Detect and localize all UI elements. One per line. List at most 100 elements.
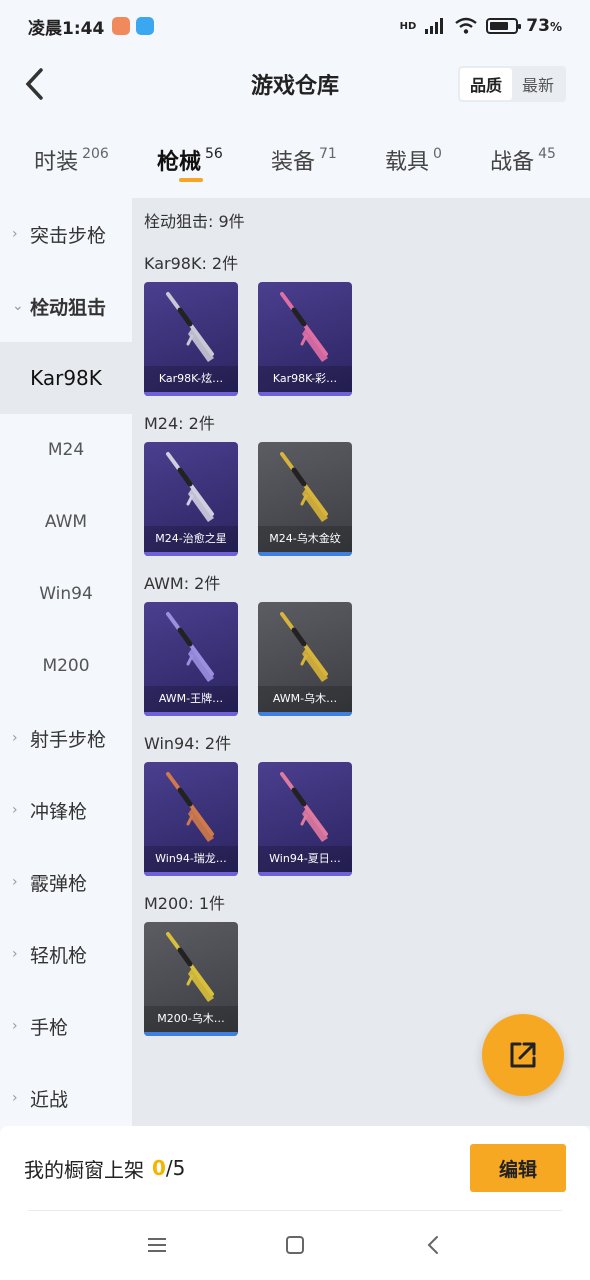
item-name: Kar98K-炫… bbox=[144, 366, 238, 392]
showcase-label: 我的橱窗上架 bbox=[24, 1157, 144, 1182]
item-card[interactable]: M24-乌木金纹 bbox=[258, 442, 352, 556]
group-title: Kar98K: 2件 bbox=[144, 254, 239, 273]
group-title: M24: 2件 bbox=[144, 414, 215, 433]
share-export-icon bbox=[510, 1042, 536, 1068]
menu-icon bbox=[148, 1238, 166, 1252]
chevron-right-icon: › bbox=[12, 1090, 18, 1106]
sidebar-item-assault-rifle[interactable]: › 突击步枪 bbox=[0, 198, 132, 270]
wifi-icon bbox=[455, 17, 478, 34]
item-card[interactable]: M200-乌木… bbox=[144, 922, 238, 1036]
showcase-max-count: 5 bbox=[172, 1156, 186, 1180]
item-name: M24-治愈之星 bbox=[144, 526, 238, 552]
status-right: HD 73% bbox=[400, 16, 562, 36]
chevron-right-icon: › bbox=[12, 802, 18, 818]
nav-menu-button[interactable] bbox=[142, 1230, 172, 1260]
sidebar-item-shotgun[interactable]: › 霰弹枪 bbox=[0, 846, 132, 918]
sidebar-item-pistol[interactable]: › 手枪 bbox=[0, 990, 132, 1062]
sort-toggle: 品质 最新 bbox=[458, 66, 566, 102]
nav-home-button[interactable] bbox=[280, 1230, 310, 1260]
sidebar-subitem-kar98k[interactable]: Kar98K bbox=[0, 342, 132, 414]
rarity-bar bbox=[258, 712, 352, 716]
nav-divider bbox=[28, 1210, 562, 1211]
item-card[interactable]: AWM-乌木… bbox=[258, 602, 352, 716]
rarity-bar bbox=[258, 872, 352, 876]
status-bar: 凌晨1:44 HD 73% bbox=[0, 0, 590, 52]
showcase-count-separator: / bbox=[165, 1156, 173, 1180]
rifle-icon bbox=[280, 772, 328, 842]
rifle-icon bbox=[166, 772, 214, 842]
group-title: Win94: 2件 bbox=[144, 734, 232, 753]
sidebar-item-smg[interactable]: › 冲锋枪 bbox=[0, 774, 132, 846]
rifle-icon bbox=[166, 292, 214, 362]
category-tabs: 时装 206 枪械 56 装备 71 载具 0 战备 45 bbox=[0, 130, 590, 192]
item-card[interactable]: M24-治愈之星 bbox=[144, 442, 238, 556]
group-items: M24-治愈之星 M24-乌木金纹 bbox=[144, 442, 590, 556]
item-name: Kar98K-彩… bbox=[258, 366, 352, 392]
rifle-icon bbox=[280, 452, 328, 522]
rifle-icon bbox=[280, 292, 328, 362]
rarity-bar bbox=[144, 392, 238, 396]
item-card[interactable]: Win94-夏日… bbox=[258, 762, 352, 876]
item-name: AWM-乌木… bbox=[258, 686, 352, 712]
sidebar-item-marksman-rifle[interactable]: › 射手步枪 bbox=[0, 702, 132, 774]
sidebar-item-melee[interactable]: › 近战 bbox=[0, 1062, 132, 1134]
chevron-right-icon: › bbox=[12, 1018, 18, 1034]
chevron-right-icon: › bbox=[12, 226, 18, 242]
tab-gear[interactable]: 战备 45 bbox=[490, 130, 556, 192]
showcase-current-count: 0 bbox=[152, 1156, 166, 1180]
group-items: Kar98K-炫… Kar98K-彩… bbox=[144, 282, 590, 396]
tab-active-indicator bbox=[178, 178, 203, 182]
signal-icon bbox=[425, 18, 444, 34]
chevron-right-icon: › bbox=[12, 874, 18, 890]
rarity-bar bbox=[258, 552, 352, 556]
back-icon bbox=[427, 1236, 438, 1254]
network-hd-badge: HD bbox=[399, 20, 417, 32]
rifle-icon bbox=[166, 932, 214, 1002]
group-items: Win94-瑞龙… Win94-夏日… bbox=[144, 762, 590, 876]
rarity-bar bbox=[144, 552, 238, 556]
tab-guns[interactable]: 枪械 56 bbox=[157, 130, 223, 192]
rarity-bar bbox=[144, 712, 238, 716]
sidebar-item-lmg[interactable]: › 轻机枪 bbox=[0, 918, 132, 990]
back-button[interactable] bbox=[14, 64, 54, 104]
sort-by-quality[interactable]: 品质 bbox=[460, 68, 512, 100]
showcase-bar: 我的橱窗上架 0 / 5 编辑 bbox=[0, 1126, 590, 1210]
sidebar: › 突击步枪 ⌄ 栓动狙击 Kar98K M24 AWM Win94 M200 › 射… bbox=[0, 198, 132, 1126]
home-square-icon bbox=[286, 1236, 304, 1254]
chevron-down-icon: ⌄ bbox=[12, 298, 24, 314]
item-card[interactable]: Kar98K-彩… bbox=[258, 282, 352, 396]
tab-fashion[interactable]: 时装 206 bbox=[34, 130, 109, 192]
app-notification-icon bbox=[112, 17, 131, 35]
sidebar-subitem-m200[interactable]: M200 bbox=[0, 630, 132, 702]
item-card[interactable]: Win94-瑞龙… bbox=[144, 762, 238, 876]
section-total: 栓动狙击: 9件 bbox=[144, 212, 245, 231]
tab-equipment[interactable]: 装备 71 bbox=[271, 130, 337, 192]
rifle-icon bbox=[166, 452, 214, 522]
tab-vehicles[interactable]: 载具 0 bbox=[385, 130, 442, 192]
sidebar-item-bolt-sniper[interactable]: ⌄ 栓动狙击 bbox=[0, 270, 132, 342]
header: 游戏仓库 品质 最新 bbox=[0, 52, 590, 116]
group-title: AWM: 2件 bbox=[144, 574, 221, 593]
item-name: M24-乌木金纹 bbox=[258, 526, 352, 552]
item-card[interactable]: Kar98K-炫… bbox=[144, 282, 238, 396]
chevron-right-icon: › bbox=[12, 730, 18, 746]
sort-by-newest[interactable]: 最新 bbox=[512, 68, 564, 100]
sidebar-subitem-m24[interactable]: M24 bbox=[0, 414, 132, 486]
status-time: 凌晨1:44 bbox=[28, 18, 105, 39]
item-name: Win94-夏日… bbox=[258, 846, 352, 872]
chevron-right-icon: › bbox=[12, 946, 18, 962]
nav-back-button[interactable] bbox=[418, 1230, 448, 1260]
page-title: 游戏仓库 bbox=[250, 74, 339, 99]
rarity-bar bbox=[144, 1032, 238, 1036]
item-card[interactable]: AWM-王牌… bbox=[144, 602, 238, 716]
share-fab[interactable] bbox=[482, 1014, 564, 1096]
item-name: Win94-瑞龙… bbox=[144, 846, 238, 872]
system-nav-bar bbox=[0, 1210, 590, 1280]
edit-button[interactable]: 编辑 bbox=[470, 1144, 566, 1192]
rarity-bar bbox=[144, 872, 238, 876]
sidebar-subitem-awm[interactable]: AWM bbox=[0, 486, 132, 558]
group-title: M200: 1件 bbox=[144, 894, 226, 913]
sidebar-subitem-win94[interactable]: Win94 bbox=[0, 558, 132, 630]
battery-icon bbox=[486, 18, 522, 34]
back-chevron-icon bbox=[25, 68, 43, 100]
